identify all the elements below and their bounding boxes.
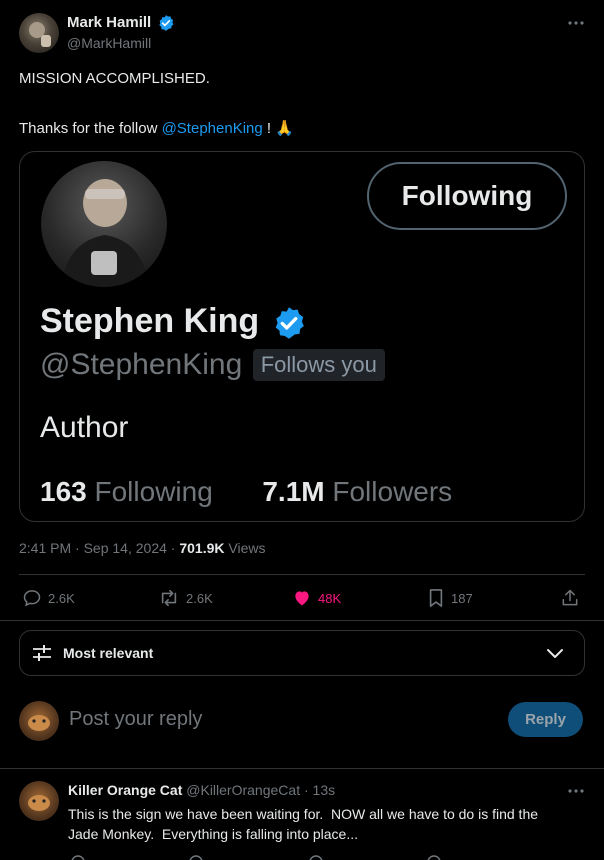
mention-link[interactable]: @StephenKing [162, 120, 263, 137]
reply-time[interactable]: 13s [313, 782, 336, 798]
bookmark-action[interactable]: 187 [427, 588, 473, 608]
post-text-line1: MISSION ACCOMPLISHED. [19, 70, 210, 87]
author-name-row[interactable]: Mark Hamill [67, 14, 175, 32]
card-handle-row: @StephenKing Follows you [40, 348, 385, 382]
author-avatar[interactable] [19, 13, 59, 53]
sort-dropdown[interactable]: Most relevant [19, 630, 585, 676]
following-button[interactable]: Following [367, 162, 567, 230]
sort-label: Most relevant [63, 645, 154, 661]
post-text-line2: Thanks for the follow @StephenKing ! 🙏 [19, 119, 294, 137]
reply-author-avatar[interactable] [19, 781, 59, 821]
views-count: 701.9K [179, 540, 225, 556]
reply-button[interactable]: Reply [508, 702, 583, 737]
bookmark-count: 187 [451, 590, 473, 606]
post-time[interactable]: 2:41 PM [19, 540, 71, 556]
post-text-suffix: ! [262, 120, 276, 137]
card-handle: @StephenKing [40, 348, 243, 381]
repost-count: 2.6K [186, 590, 213, 606]
card-verified-icon [271, 305, 307, 341]
author-name[interactable]: Mark Hamill [67, 14, 151, 31]
card-following-count: 163 [40, 476, 87, 507]
card-stats: 163 Following 7.1M Followers [40, 476, 452, 508]
reply-text-line1: This is the sign we have been waiting fo… [68, 806, 539, 822]
heart-icon [292, 588, 312, 608]
post-text-prefix: Thanks for the follow [19, 120, 162, 137]
card-followers-label: Followers [332, 476, 453, 507]
chevron-down-icon [545, 644, 565, 662]
card-bio: Author [40, 411, 129, 444]
reply-button-label: Reply [525, 711, 566, 728]
divider [19, 574, 585, 575]
reply-icon [22, 588, 42, 608]
card-followers-count: 7.1M [262, 476, 325, 507]
share-icon[interactable] [560, 588, 580, 608]
author-handle[interactable]: @MarkHamill [67, 35, 151, 51]
like-count: 48K [318, 590, 342, 606]
reply-text: This is the sign we have been waiting fo… [68, 804, 538, 844]
reply-author-handle[interactable]: @KillerOrangeCat [186, 782, 300, 798]
verified-badge-icon [157, 14, 175, 32]
divider [0, 768, 604, 769]
reply-actions-partial [68, 854, 568, 860]
reply-action[interactable]: 2.6K [22, 588, 75, 608]
bookmark-icon [427, 588, 445, 608]
reply-count: 2.6K [48, 590, 75, 606]
following-button-label: Following [401, 180, 533, 211]
card-following-label: Following [94, 476, 213, 507]
follows-you-badge: Follows you [252, 349, 385, 381]
views-label: Views [228, 540, 266, 556]
like-action[interactable]: 48K [292, 588, 341, 608]
reply-author-name[interactable]: Killer Orange Cat [68, 782, 182, 798]
stephen-king-avatar [41, 161, 167, 287]
reply-header: Killer Orange Cat @KillerOrangeCat · 13s [68, 782, 336, 798]
more-options-icon[interactable] [566, 18, 586, 28]
post-meta: 2:41 PM · Sep 14, 2024 · 701.9K Views [19, 540, 266, 556]
divider [0, 620, 604, 621]
reply-input[interactable]: Post your reply [69, 708, 202, 731]
folded-hands-emoji: 🙏 [275, 120, 294, 137]
card-name-row: Stephen King [40, 302, 307, 341]
reply-more-icon[interactable] [566, 786, 586, 796]
profile-card-image[interactable]: Following Stephen King @StephenKing Foll… [19, 151, 585, 522]
reply-text-line2: Jade Monkey. Everything is falling into … [68, 826, 359, 842]
card-name: Stephen King [40, 302, 260, 340]
repost-action[interactable]: 2.6K [158, 588, 213, 608]
sliders-icon [31, 643, 53, 663]
repost-icon [158, 588, 180, 608]
user-avatar[interactable] [19, 701, 59, 741]
post-date[interactable]: Sep 14, 2024 [84, 540, 167, 556]
